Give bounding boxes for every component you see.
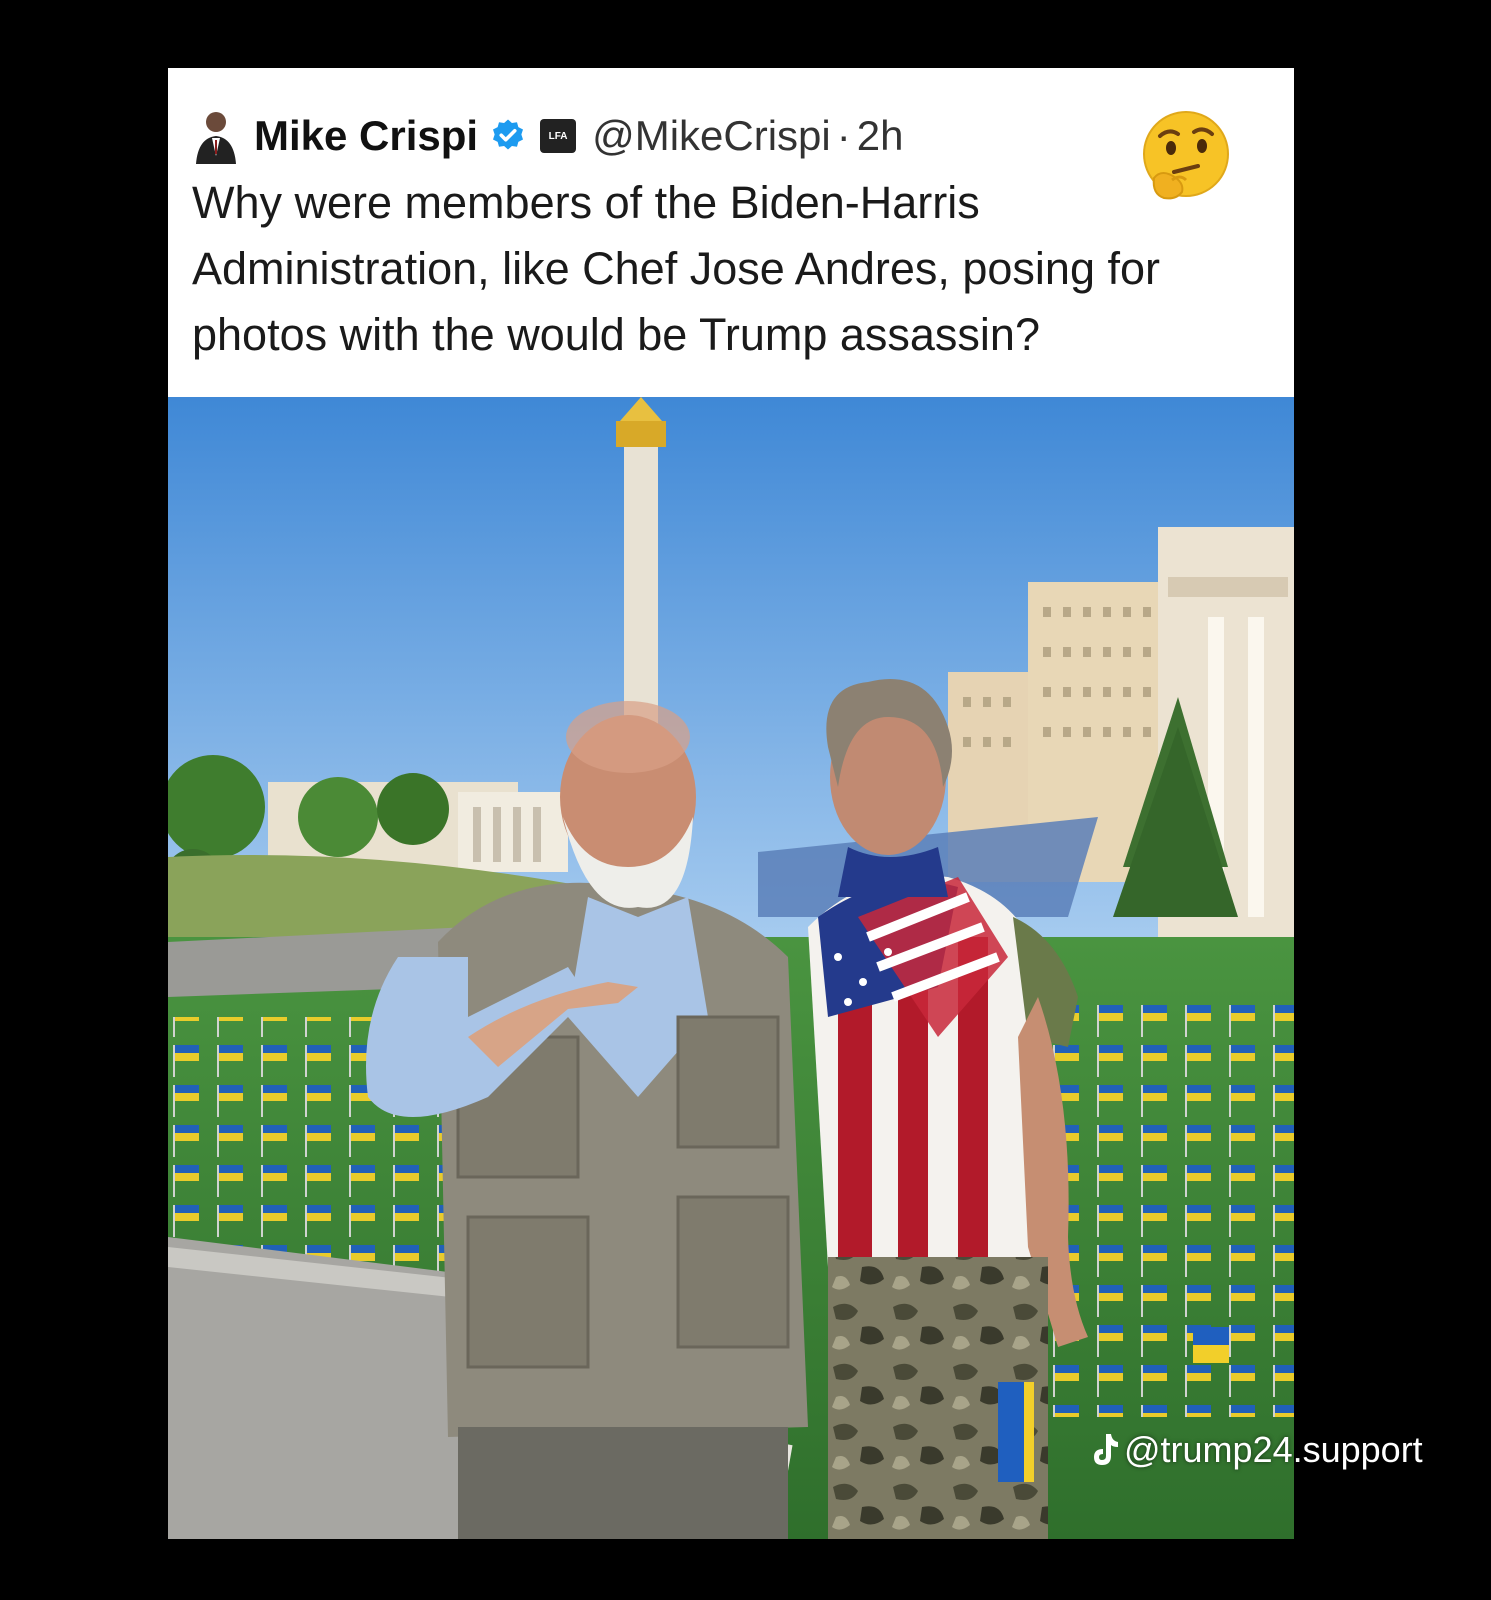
separator-dot: ·: [836, 112, 851, 159]
watermark: @trump24.support: [1090, 1425, 1423, 1475]
watermark-handle: @trump24.support: [1124, 1429, 1423, 1470]
post-timestamp[interactable]: 2h: [857, 112, 904, 160]
verified-badge-icon: [493, 119, 524, 150]
tweet-header: Mike Crispi LFA @MikeCrispi · 2h Why wer…: [168, 68, 1294, 397]
author-name[interactable]: Mike Crispi: [254, 112, 478, 160]
post-card: Mike Crispi LFA @MikeCrispi · 2h Why wer…: [168, 68, 1294, 1539]
author-handle[interactable]: @MikeCrispi: [592, 112, 831, 160]
author-row: Mike Crispi LFA @MikeCrispi · 2h: [192, 106, 903, 166]
affiliate-badge-icon: LFA: [540, 119, 577, 153]
post-photo[interactable]: [168, 397, 1294, 1539]
tweet-text: Why were members of the Biden-Harris Adm…: [192, 177, 1160, 360]
tiktok-icon: [1094, 1434, 1118, 1465]
author-avatar[interactable]: [192, 108, 240, 164]
